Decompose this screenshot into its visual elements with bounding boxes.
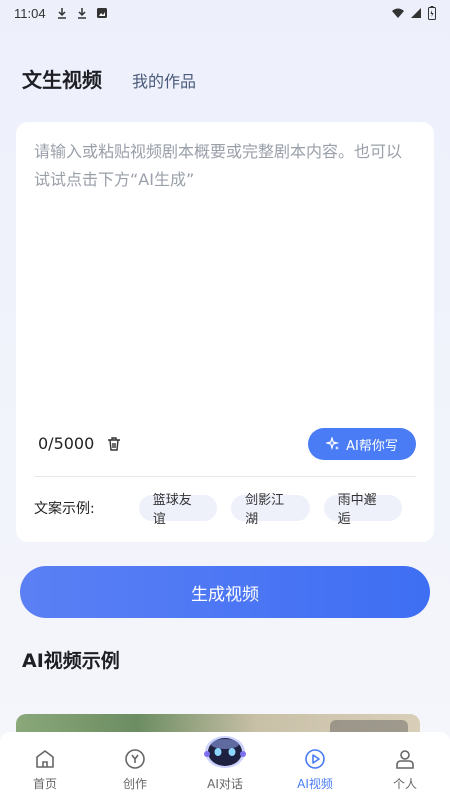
tab-create-label: 创作 [122,777,147,791]
home-icon [36,750,54,768]
script-input[interactable]: 请输入或粘贴视频剧本概要或完整剧本内容。也可以试试点击下方“AI生成” [34,138,414,194]
tab-ai-video-label: AI视频 [297,777,333,791]
tab-profile-label: 个人 [392,777,417,791]
my-works-link[interactable]: 我的作品 [132,68,196,92]
person-icon [396,750,414,769]
char-counter: 0/5000 [38,434,95,453]
trash-icon[interactable] [106,436,122,452]
page-title: 文生视频 [22,68,102,92]
create-icon [125,749,145,769]
wifi-icon [392,8,404,18]
sparkle-icon [326,437,340,451]
char-counter-row: 0/5000 [38,434,122,453]
divider [34,476,416,477]
battery-icon [428,6,436,20]
tab-ai-chat-label: AI对话 [207,777,243,791]
ai-write-label: AI帮你写 [346,438,398,454]
gallery-icon [96,8,107,18]
generate-video-button[interactable]: 生成视频 [20,566,430,618]
robot-icon[interactable] [201,730,249,770]
status-bar: 11:04 [0,0,450,26]
download-icon [77,8,86,19]
tab-home-label: 首页 [32,777,57,791]
play-icon [305,749,325,769]
example-row: 文案示例: 篮球友谊 剑影江湖 雨中邂逅 [34,493,416,527]
download-icon [57,8,66,19]
tab-home[interactable]: 首页 [5,747,85,792]
signal-icon [411,8,421,18]
example-chip-rain[interactable]: 雨中邂逅 [323,493,403,527]
status-time: 11:04 [14,5,46,21]
example-chip-sword[interactable]: 剑影江湖 [231,493,310,527]
example-chip-basketball[interactable]: 篮球友谊 [138,493,218,527]
section-title-examples: AI视频示例 [22,650,120,672]
ai-write-button[interactable]: AI帮你写 [308,428,416,460]
tab-ai-video[interactable]: AI视频 [275,747,355,792]
tab-profile[interactable]: 个人 [365,747,445,792]
page-header: 文生视频 我的作品 [22,64,196,94]
script-editor-card: 请输入或粘贴视频剧本概要或完整剧本内容。也可以试试点击下方“AI生成” 0/50… [16,122,434,542]
examples-label: 文案示例: [34,501,95,517]
tab-create[interactable]: 创作 [95,747,175,792]
